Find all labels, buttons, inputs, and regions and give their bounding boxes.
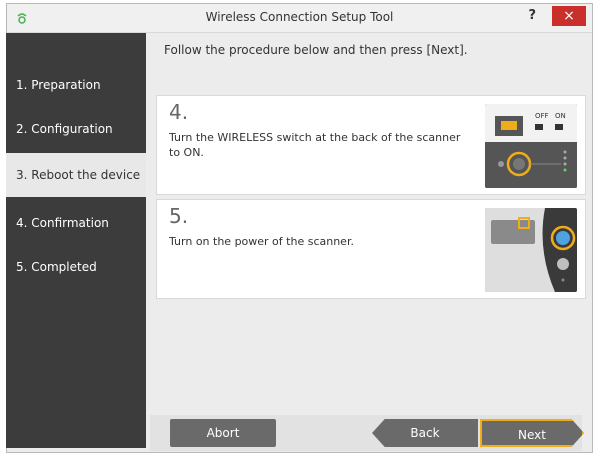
next-button[interactable]: Next: [480, 419, 584, 447]
abort-button[interactable]: Abort: [170, 419, 276, 447]
sidebar-item-confirmation: 4. Confirmation: [16, 216, 109, 230]
switch-on-label: ON: [555, 112, 566, 120]
help-icon[interactable]: ?: [528, 8, 536, 23]
wizard-sidebar: 1. Preparation 2. Configuration 3. Reboo…: [6, 33, 146, 448]
instruction-text: Follow the procedure below and then pres…: [164, 43, 468, 57]
title-bar: Wireless Connection Setup Tool ? ×: [7, 4, 592, 33]
wizard-footer: Abort Back Next: [150, 415, 584, 451]
back-button[interactable]: Back: [372, 419, 478, 447]
sidebar-item-reboot-device: 3. Reboot the device: [6, 153, 146, 197]
step-card-4: 4. Turn the WIRELESS switch at the back …: [156, 95, 586, 195]
sidebar-item-preparation: 1. Preparation: [16, 78, 101, 92]
close-button[interactable]: ×: [552, 6, 586, 26]
scanner-back-switch-image: OFF ON: [485, 104, 577, 188]
content-area: Follow the procedure below and then pres…: [150, 33, 586, 413]
window-title: Wireless Connection Setup Tool: [205, 10, 394, 24]
step-number: 5.: [169, 204, 189, 228]
step-text: Turn on the power of the scanner.: [169, 235, 354, 248]
switch-off-label: OFF: [535, 112, 549, 120]
step-text: Turn the WIRELESS switch at the back of …: [169, 131, 461, 159]
scanner-power-button-image: [485, 208, 577, 292]
sidebar-item-completed: 5. Completed: [16, 260, 97, 274]
sidebar-item-configuration: 2. Configuration: [16, 122, 113, 136]
step-number: 4.: [169, 100, 189, 124]
step-card-5: 5. Turn on the power of the scanner.: [156, 199, 586, 299]
